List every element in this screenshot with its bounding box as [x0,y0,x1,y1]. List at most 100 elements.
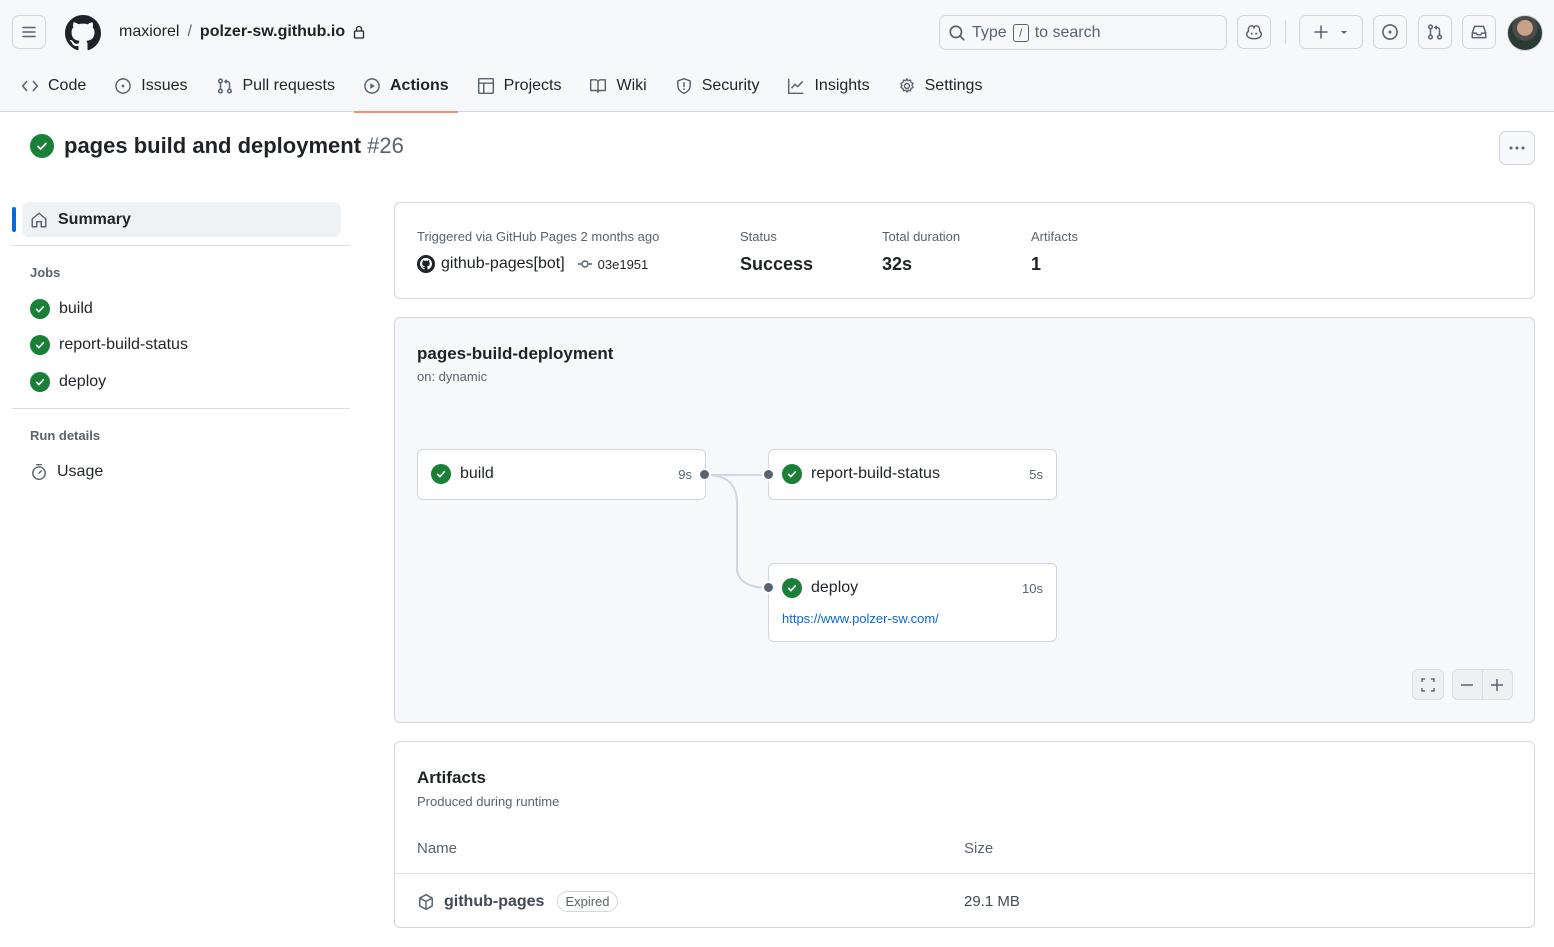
copilot-button[interactable] [1237,15,1271,49]
sidebar-job-report-build-status[interactable]: report-build-status [30,333,188,357]
input-port-dot [762,468,775,481]
job-name: report-build-status [811,465,940,482]
sidebar-item-label: build [59,300,93,317]
run-meta-card: Triggered via GitHub Pages 2 months ago … [394,202,1535,299]
jobs-heading: Jobs [30,265,61,280]
fullscreen-icon [1421,677,1435,692]
job-header: deploy [782,578,858,598]
status-value: Success [740,254,814,274]
github-logo-icon[interactable] [65,15,101,51]
user-avatar[interactable] [1507,15,1543,51]
job-duration: 10s [1022,581,1043,596]
menu-button[interactable] [12,15,46,49]
inbox-button[interactable] [1462,15,1496,49]
github-pages-bot-avatar-icon [417,255,435,273]
search-input[interactable]: Type / to search [939,15,1227,50]
sidebar-divider [12,245,350,246]
tab-security[interactable]: Security [666,68,769,104]
sidebar-item-label: deploy [59,373,107,390]
sidebar-item-summary[interactable]: Summary [22,202,341,237]
triggered-label: Triggered via GitHub Pages 2 months ago [417,229,660,244]
code-icon [21,80,39,92]
tab-label: Wiki [616,77,647,94]
status-label: Status [740,229,777,244]
commit-icon [577,260,592,268]
job-node-build[interactable]: build 9s [417,449,706,500]
workflow-graph-card: pages-build-deployment on: dynamic build… [394,317,1535,723]
issue-icon [115,78,132,94]
job-node-deploy[interactable]: deploy 10s https://www.polzer-sw.com/ [768,563,1057,642]
output-port-dot [698,468,711,481]
home-icon [31,212,47,227]
breadcrumb-repo[interactable]: polzer-sw.github.io [200,23,345,41]
pull-request-icon [1427,24,1443,40]
sidebar-item-usage[interactable]: Usage [30,460,103,484]
expired-badge: Expired [557,891,618,912]
issues-button[interactable] [1373,15,1407,49]
artifacts-count-label: Artifacts [1031,229,1078,244]
sidebar-job-build[interactable]: build [30,297,93,321]
connector-build-to-deploy [705,474,770,589]
tab-code[interactable]: Code [12,68,95,104]
tab-wiki[interactable]: Wiki [580,68,655,104]
artifact-name: github-pages [444,892,545,910]
run-details-heading: Run details [30,428,101,443]
success-check-icon [782,464,802,484]
actor-name[interactable]: github-pages[bot] [441,255,565,273]
breadcrumb: maxiorel / polzer-sw.github.io [119,23,365,41]
hamburger-icon [22,26,36,38]
success-check-icon [431,464,451,484]
breadcrumb-owner[interactable]: maxiorel [119,23,179,41]
kebab-horizontal-icon [1509,146,1525,150]
zoom-in-button[interactable] [1483,670,1512,699]
zoom-out-button[interactable] [1453,670,1483,699]
job-header: report-build-status [782,464,940,484]
shield-icon [676,77,691,95]
search-icon [949,24,965,41]
table-icon [477,77,494,95]
run-title-row: pages build and deployment #26 [30,133,404,159]
more-options-button[interactable] [1499,131,1535,165]
tab-issues[interactable]: Issues [105,68,196,104]
job-name: build [460,465,494,482]
tab-projects[interactable]: Projects [468,68,571,104]
duration-label: Total duration [882,229,961,244]
commit-link[interactable]: 03e1951 [577,256,649,272]
pull-requests-button[interactable] [1418,15,1452,49]
sidebar-job-deploy[interactable]: deploy [30,370,106,394]
minus-icon [1461,683,1474,686]
tab-label: Issues [141,77,188,94]
pull-request-icon [217,78,232,94]
success-check-icon [30,335,50,355]
run-title: pages build and deployment [64,133,362,158]
plus-icon [1314,25,1328,39]
run-number: #26 [367,133,404,158]
tab-insights[interactable]: Insights [778,68,878,104]
tab-settings[interactable]: Settings [889,68,992,104]
tab-pull-requests[interactable]: Pull requests [207,68,345,104]
job-duration: 9s [678,467,692,482]
tab-label: Pull requests [242,77,336,94]
create-new-button[interactable] [1299,15,1363,49]
success-check-icon [30,299,50,319]
success-check-icon [30,372,50,392]
app-header: maxiorel / polzer-sw.github.io Type / to… [0,0,1554,113]
fullscreen-button[interactable] [1412,669,1444,700]
header-divider [1285,20,1286,44]
actor: github-pages[bot] 03e1951 [417,255,648,273]
tab-label: Insights [814,77,870,94]
zoom-controls [1452,669,1513,700]
tab-actions[interactable]: Actions [354,68,458,113]
repo-nav: Code Issues Pull requests Actions Projec… [12,68,1001,113]
stopwatch-icon [32,463,46,481]
tab-label: Settings [924,77,983,94]
sidebar-item-label: Summary [58,210,131,228]
deployment-url-link[interactable]: https://www.polzer-sw.com/ [782,611,939,626]
sidebar-item-label: Usage [57,463,104,480]
commit-sha: 03e1951 [597,256,649,272]
active-indicator [12,207,16,232]
success-check-icon [30,134,54,158]
issue-icon [1382,24,1398,40]
job-node-report-build-status[interactable]: report-build-status 5s [768,449,1057,500]
inbox-icon [1471,25,1487,39]
